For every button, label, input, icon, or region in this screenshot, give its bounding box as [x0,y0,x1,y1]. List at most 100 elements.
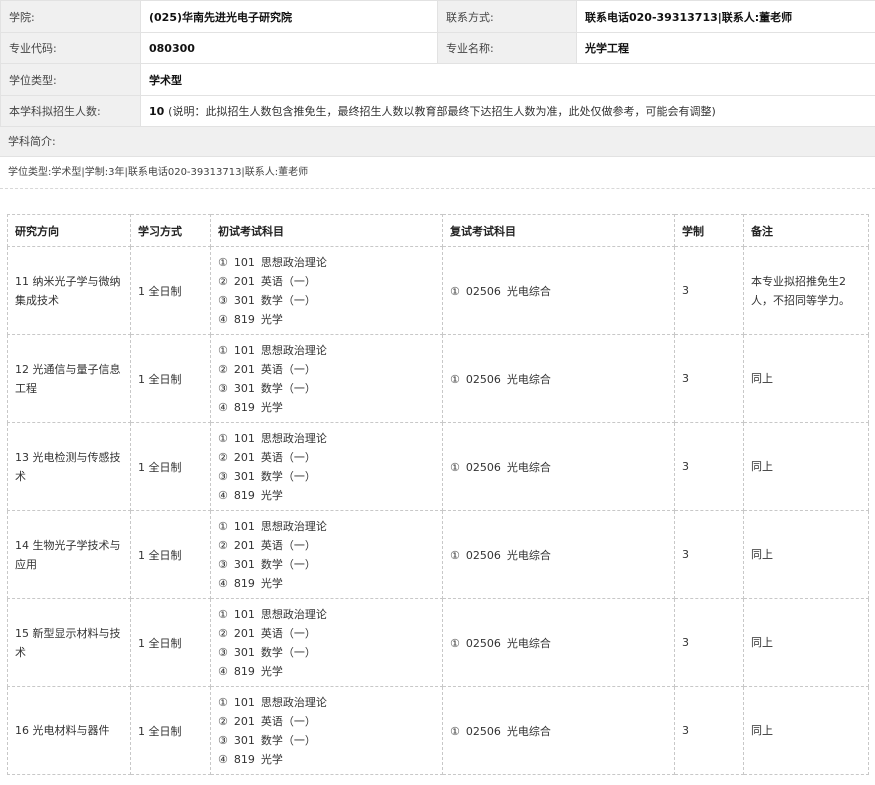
subject-code: 301 [233,293,255,307]
subject-code: 02506 [465,724,501,738]
exam-subject: ④ 819 光学 [218,310,435,329]
years-cell: 3 [674,334,744,423]
subject-code: 02506 [465,284,501,298]
mode-cell: 1 全日制 [130,246,211,335]
exam-cell: ① 101 思想政治理论 ② 201 英语（一） ③ 301 数学（一） ④ 819 光学 [210,510,443,599]
subject-name: 光学 [260,752,283,766]
exam-subject: ① 101 思想政治理论 [218,605,435,624]
contact-label: 联系方式: [437,0,577,33]
subject-name: 数学（一） [260,469,316,483]
intro-text: 学位类型:学术型|学制:3年|联系电话020-39313713|联系人:董老师 [0,157,875,189]
retest-cell: ① 02506 光电综合 [442,598,675,687]
exam-subject: ② 201 英语（一） [218,624,435,643]
subject-code: 02506 [465,548,501,562]
mode-cell: 1 全日制 [130,422,211,511]
table-row: 14 生物光子学技术与应用 1 全日制 ① 101 思想政治理论 ② 201 英语（一）… [7,510,869,599]
exam-cell: ① 101 思想政治理论 ② 201 英语（一） ③ 301 数学（一） ④ 819 光学 [210,686,443,775]
info-row-college: 学院: (025)华南先进光电子研究院 联系方式: 联系电话020-393137… [0,0,875,33]
subject-name: 光电综合 [506,548,551,562]
program-table: 研究方向 学习方式 初试考试科目 复试考试科目 学制 备注 11 纳米光子学与微… [7,214,869,775]
college-label: 学院: [0,0,141,33]
exam-cell: ① 101 思想政治理论 ② 201 英语（一） ③ 301 数学（一） ④ 819 光学 [210,334,443,423]
subject-code: 201 [233,362,255,376]
subject-name: 英语（一） [260,538,316,552]
subject-code: 101 [233,519,255,533]
subject-name: 光电综合 [506,372,551,386]
subject-code: 819 [233,664,255,678]
direction-cell: 13 光电检测与传感技术 [7,422,131,511]
direction-cell: 11 纳米光子学与微纳集成技术 [7,246,131,335]
header-exam: 初试考试科目 [210,214,443,247]
years-cell: 3 [674,598,744,687]
subject-name: 英语（一） [260,714,316,728]
header-mode: 学习方式 [130,214,211,247]
subject-number: ① [450,636,460,650]
table-row: 11 纳米光子学与微纳集成技术 1 全日制 ① 101 思想政治理论 ② 201 英语（… [7,246,869,335]
subject-number: ① [218,695,228,709]
subject-number: ① [218,255,228,269]
college-value: (025)华南先进光电子研究院 [140,0,438,33]
subject-name: 数学（一） [260,557,316,571]
subject-code: 201 [233,538,255,552]
subject-name: 光学 [260,576,283,590]
subject-number: ③ [218,469,228,483]
exam-subject: ③ 301 数学（一） [218,555,435,574]
degree-type-label: 学位类型: [0,63,141,96]
contact-value: 联系电话020-39313713|联系人:董老师 [576,0,875,33]
info-row-major: 专业代码: 080300 专业名称: 光学工程 [0,32,875,64]
subject-name: 英语（一） [260,274,316,288]
subject-name: 思想政治理论 [260,607,327,621]
subject-number: ④ [218,488,228,502]
subject-number: ③ [218,733,228,747]
exam-subject: ② 201 英语（一） [218,272,435,291]
subject-code: 101 [233,343,255,357]
exam-subject: ④ 819 光学 [218,486,435,505]
subject-name: 光电综合 [506,284,551,298]
table-header-row: 研究方向 学习方式 初试考试科目 复试考试科目 学制 备注 [7,214,869,247]
exam-subject: ① 101 思想政治理论 [218,429,435,448]
subject-name: 光电综合 [506,460,551,474]
enroll-label: 本学科拟招生人数: [0,95,141,127]
subject-number: ② [218,714,228,728]
years-cell: 3 [674,246,744,335]
subject-name: 思想政治理论 [260,255,327,269]
retest-cell: ① 02506 光电综合 [442,422,675,511]
header-retest: 复试考试科目 [442,214,675,247]
subject-name: 英语（一） [260,450,316,464]
remark-cell: 同上 [743,422,869,511]
remark-cell: 同上 [743,510,869,599]
subject-name: 英语（一） [260,626,316,640]
page: 学院: (025)华南先进光电子研究院 联系方式: 联系电话020-393137… [0,0,875,785]
subject-name: 光学 [260,312,283,326]
subject-number: ④ [218,400,228,414]
exam-subject: ① 101 思想政治理论 [218,253,435,272]
subject-code: 819 [233,752,255,766]
subject-number: ③ [218,381,228,395]
subject-name: 英语（一） [260,362,316,376]
mode-cell: 1 全日制 [130,598,211,687]
subject-number: ④ [218,312,228,326]
remark-cell: 同上 [743,598,869,687]
subject-name: 思想政治理论 [260,343,327,357]
direction-cell: 15 新型显示材料与技术 [7,598,131,687]
mode-cell: 1 全日制 [130,334,211,423]
remark-cell: 同上 [743,334,869,423]
subject-number: ① [450,284,460,298]
subject-code: 101 [233,255,255,269]
retest-cell: ① 02506 光电综合 [442,334,675,423]
subject-name: 光学 [260,488,283,502]
info-row-degree: 学位类型: 学术型 [0,63,875,96]
subject-code: 101 [233,695,255,709]
subject-number: ① [218,607,228,621]
degree-type-value: 学术型 [140,63,875,96]
subject-number: ② [218,274,228,288]
exam-subject: ① 101 思想政治理论 [218,341,435,360]
exam-subject: ④ 819 光学 [218,750,435,769]
direction-cell: 12 光通信与量子信息工程 [7,334,131,423]
direction-cell: 14 生物光子学技术与应用 [7,510,131,599]
exam-subject: ② 201 英语（一） [218,448,435,467]
subject-number: ④ [218,576,228,590]
exam-subject: ③ 301 数学（一） [218,643,435,662]
years-cell: 3 [674,510,744,599]
enroll-value: 10 [149,105,165,118]
